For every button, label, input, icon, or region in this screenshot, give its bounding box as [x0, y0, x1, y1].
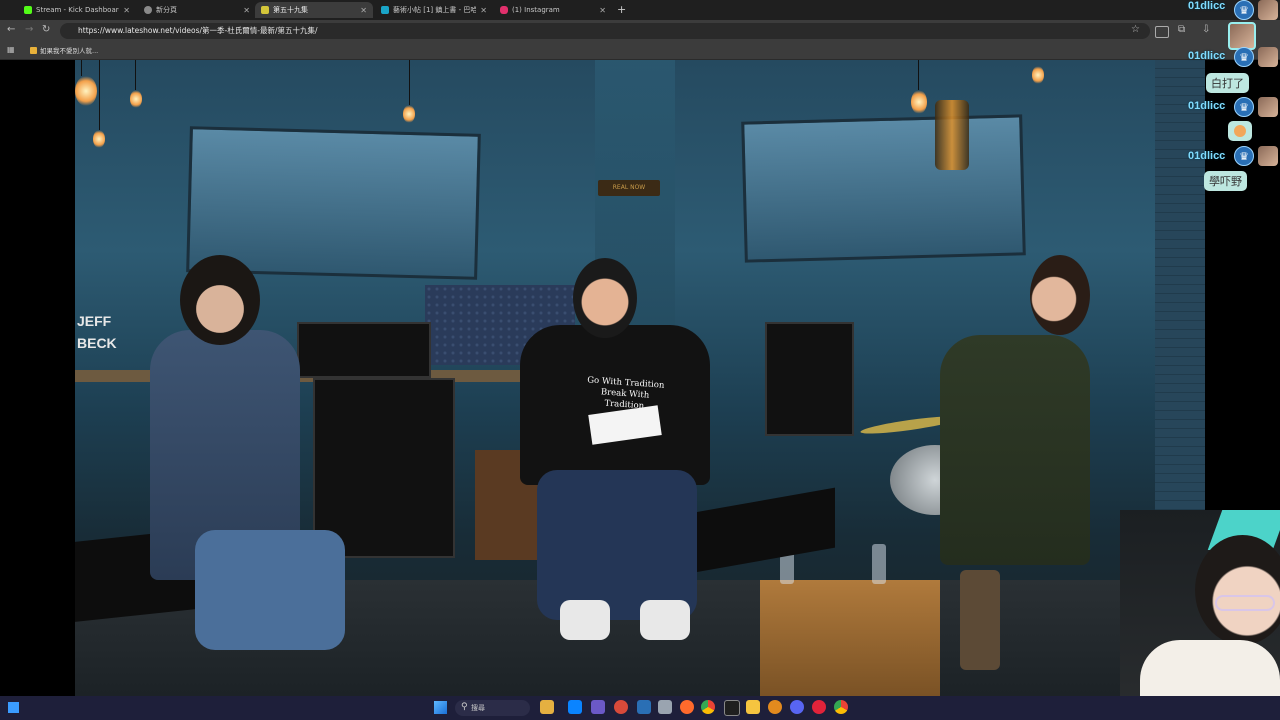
taskbar-app-icon[interactable]: [724, 700, 740, 716]
close-icon[interactable]: ✕: [360, 6, 367, 15]
chrome-icon[interactable]: [834, 700, 848, 714]
amp-cabinet: [313, 378, 455, 558]
tab-bahamut[interactable]: 藝術小帖 [1] 鎮上書 - 巴哈姆特 ✕: [375, 2, 493, 18]
crown-badge-icon: ♛: [1234, 0, 1254, 20]
avatar: [1258, 0, 1278, 20]
light-bulb: [403, 105, 415, 123]
download-icon[interactable]: ⇩: [1202, 24, 1210, 35]
avatar: [1258, 146, 1278, 166]
avatar: [1228, 22, 1256, 50]
crown-badge-icon: ♛: [1234, 146, 1254, 166]
taskbar-app-icon[interactable]: [540, 700, 554, 714]
reload-icon[interactable]: ↻: [42, 24, 50, 35]
taskbar-app-icon[interactable]: [812, 700, 826, 714]
taskbar-app-icon[interactable]: [658, 700, 672, 714]
folder-icon: [30, 46, 37, 54]
bookmark-item[interactable]: 如果我不愛別人就...: [30, 45, 98, 55]
discord-icon[interactable]: [790, 700, 804, 714]
back-icon[interactable]: ←: [7, 24, 15, 35]
streamer-face: [1195, 535, 1280, 645]
bahamut-icon: [381, 6, 389, 14]
site-icon: [261, 6, 269, 14]
chat-username: 01dlicc: [1188, 100, 1226, 112]
video-player[interactable]: REAL NOW JEFF BECK Go With Tradition Bre…: [75, 60, 1205, 696]
crown-badge-icon: ♛: [1234, 47, 1254, 67]
wall-poster-right: [741, 114, 1026, 263]
kick-icon: [24, 6, 32, 14]
host-shoe: [560, 600, 610, 640]
light-bulb: [93, 130, 105, 148]
lantern-lamp: [935, 100, 969, 170]
bookmarks-bar: [0, 42, 1280, 60]
taskbar-app-icon[interactable]: [614, 700, 628, 714]
close-icon[interactable]: ✕: [123, 6, 130, 15]
taskbar-app-icon[interactable]: [568, 700, 582, 714]
light-bulb: [130, 90, 142, 108]
guest-left-head: [180, 255, 260, 345]
host-shoe: [640, 600, 690, 640]
crown-badge-icon: ♛: [1234, 97, 1254, 117]
webcam-overlay: [1120, 510, 1280, 720]
amp-right: [765, 322, 854, 436]
light-bulb: [75, 76, 97, 106]
tab-new-tab[interactable]: 新分頁 ✕: [138, 2, 256, 18]
light-bulb: [911, 90, 927, 114]
chat-username: 01dlicc: [1188, 150, 1226, 162]
music-stand-right: [695, 487, 835, 573]
wall-sign: REAL NOW: [598, 180, 660, 196]
start-windows-icon[interactable]: [434, 701, 447, 714]
file-explorer-icon[interactable]: [746, 700, 760, 714]
apps-grid-icon[interactable]: ▦: [7, 45, 15, 54]
extension-icon[interactable]: [1155, 26, 1169, 38]
guest-right-boot: [960, 570, 1000, 670]
close-icon[interactable]: ✕: [243, 6, 250, 15]
forward-icon[interactable]: →: [25, 24, 33, 35]
search-icon: ⚲: [461, 702, 468, 712]
close-icon[interactable]: ✕: [480, 6, 487, 15]
tab-kick-dashboard[interactable]: Stream - Kick Dashboard ✕: [18, 2, 136, 18]
jeff-beck-sign: JEFF BECK: [77, 313, 117, 351]
guest-right: [940, 335, 1090, 565]
amp-head: [297, 322, 431, 378]
widgets-icon[interactable]: [8, 702, 19, 713]
firefox-icon[interactable]: [680, 700, 694, 714]
extensions-puzzle-icon[interactable]: ⧉: [1178, 24, 1185, 35]
instagram-icon: [500, 6, 508, 14]
glasses: [1215, 595, 1275, 611]
guest-left-jeans: [195, 530, 345, 650]
url-bar[interactable]: https://www.lateshow.net/videos/第一季-杜氏爾情…: [60, 23, 1150, 39]
chat-message: 白打了: [1206, 73, 1249, 93]
water-bottle: [872, 544, 886, 584]
taskbar-app-icon[interactable]: [768, 700, 782, 714]
chat-username: 01dlicc: [1188, 50, 1226, 62]
close-icon[interactable]: ✕: [599, 6, 606, 15]
chat-username: 01dlicc: [1188, 0, 1226, 12]
emote-icon: [1234, 125, 1246, 137]
chat-message: 學吓野: [1204, 171, 1247, 191]
host-jeans: [537, 470, 697, 620]
wooden-crate: [760, 580, 940, 696]
guest-right-head: [1030, 255, 1090, 335]
brick-wall: [1155, 60, 1205, 520]
chrome-icon[interactable]: [701, 700, 715, 714]
new-tab-button[interactable]: +: [617, 3, 626, 16]
avatar: [1258, 47, 1278, 67]
taskbar-app-icon[interactable]: [591, 700, 605, 714]
steam-icon[interactable]: [637, 700, 651, 714]
host-head: [573, 258, 637, 338]
chat-emote: [1228, 121, 1252, 141]
tab-instagram[interactable]: (1) Instagram ✕: [494, 2, 612, 18]
avatar: [1258, 97, 1278, 117]
tab-episode-59[interactable]: 第五十九集 ✕: [255, 2, 373, 18]
light-bulb: [1032, 66, 1044, 84]
globe-icon: [144, 6, 152, 14]
bookmark-star-icon[interactable]: ☆: [1131, 24, 1140, 35]
